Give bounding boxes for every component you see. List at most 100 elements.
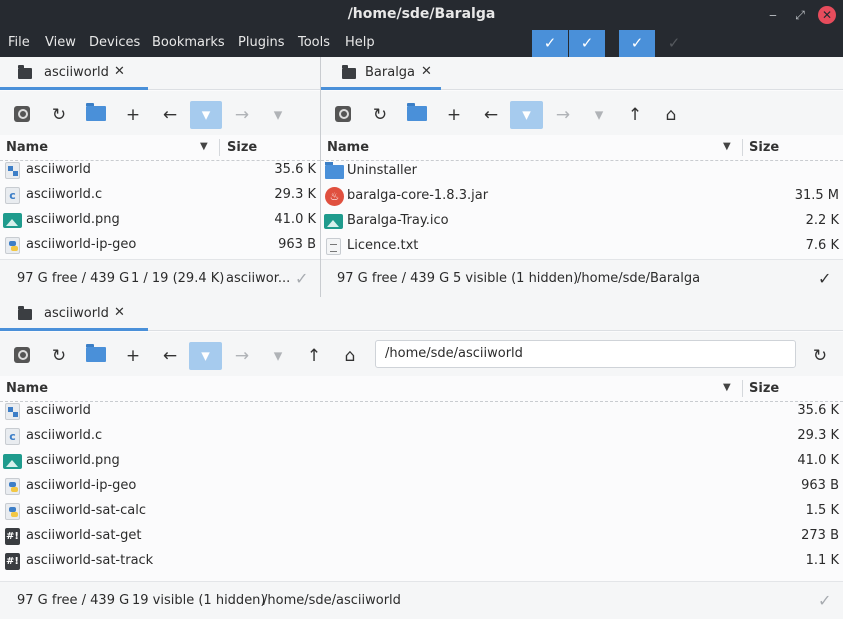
history-dropdown-icon[interactable]: ▾ bbox=[190, 101, 222, 129]
column-size[interactable]: Size bbox=[749, 140, 779, 155]
tab-baralga[interactable]: Baralga ✕ bbox=[321, 57, 441, 90]
parent-folder-icon[interactable]: ↑ bbox=[300, 342, 328, 370]
list-item[interactable]: Baralga-Tray.ico 2.2 K bbox=[321, 209, 843, 234]
list-item[interactable]: asciiworld 35.6 K bbox=[0, 158, 320, 183]
list-item[interactable]: asciiworld-sat-calc 1.5 K bbox=[0, 499, 843, 524]
tab-label: Baralga bbox=[365, 65, 416, 80]
column-name[interactable]: Name bbox=[6, 381, 48, 396]
list-item[interactable]: Licence.txt 7.6 K bbox=[321, 234, 843, 259]
list-item[interactable]: #! asciiworld-sat-track 1.1 K bbox=[0, 549, 843, 574]
history-dropdown-icon[interactable]: ▾ bbox=[510, 101, 543, 129]
sort-descending-icon[interactable]: ▼ bbox=[723, 382, 731, 393]
file-name: asciiworld-ip-geo bbox=[26, 237, 137, 252]
menu-view[interactable]: View bbox=[45, 35, 76, 50]
file-name: asciiworld-sat-calc bbox=[26, 503, 146, 518]
tab-label: asciiworld bbox=[44, 306, 109, 321]
visible-count: 19 visible (1 hidden) bbox=[132, 593, 266, 608]
home-icon[interactable]: ⌂ bbox=[336, 342, 364, 370]
list-item[interactable]: asciiworld-ip-geo 963 B bbox=[0, 474, 843, 499]
column-separator[interactable] bbox=[742, 139, 743, 156]
menu-bookmarks[interactable]: Bookmarks bbox=[152, 35, 225, 50]
find-icon[interactable] bbox=[14, 106, 30, 122]
sort-descending-icon[interactable]: ▼ bbox=[200, 141, 208, 152]
refresh-icon[interactable]: ↻ bbox=[806, 342, 834, 370]
bottom-pane: asciiworld ✕ ↻ + ← ▾ → ▾ ↑ ⌂ /home/sde/a… bbox=[0, 298, 843, 619]
tab-close-icon[interactable]: ✕ bbox=[114, 305, 125, 320]
new-icon[interactable]: + bbox=[119, 342, 147, 370]
list-item[interactable]: asciiworld.png 41.0 K bbox=[0, 208, 320, 233]
back-icon[interactable]: ← bbox=[477, 101, 505, 129]
parent-folder-icon[interactable]: ↑ bbox=[621, 101, 649, 129]
python-icon bbox=[5, 478, 20, 495]
menu-plugins[interactable]: Plugins bbox=[238, 35, 285, 50]
title-bar: /home/sde/Baralga ‒ ⤢ ✕ bbox=[0, 0, 843, 30]
visible-count: 5 visible (1 hidden) bbox=[453, 271, 579, 286]
tab-asciiworld[interactable]: asciiworld ✕ bbox=[0, 57, 148, 90]
list-item[interactable]: #! asciiworld-sat-get 273 B bbox=[0, 524, 843, 549]
file-size: 35.6 K bbox=[274, 162, 316, 177]
check-icon: ✓ bbox=[295, 269, 309, 288]
file-size: 1.1 K bbox=[805, 553, 839, 568]
close-icon[interactable]: ✕ bbox=[818, 6, 836, 24]
back-icon[interactable]: ← bbox=[156, 342, 184, 370]
menu-help[interactable]: Help bbox=[345, 35, 375, 50]
list-item[interactable]: asciiworld 35.6 K bbox=[0, 399, 843, 424]
selection-info: 1 / 19 (29.4 K) bbox=[131, 271, 225, 286]
tab-close-icon[interactable]: ✕ bbox=[421, 64, 432, 79]
list-item[interactable]: ♨ baralga-core-1.8.3.jar 31.5 M bbox=[321, 184, 843, 209]
list-item[interactable]: c asciiworld.c 29.3 K bbox=[0, 183, 320, 208]
list-item[interactable]: c asciiworld.c 29.3 K bbox=[0, 424, 843, 449]
column-separator[interactable] bbox=[742, 380, 743, 397]
forward-dropdown-icon[interactable]: ▾ bbox=[585, 101, 613, 129]
pane-toggle-3[interactable]: ✓ bbox=[619, 30, 655, 57]
column-size[interactable]: Size bbox=[227, 140, 257, 155]
find-icon[interactable] bbox=[335, 106, 351, 122]
open-folder-icon[interactable] bbox=[407, 103, 427, 121]
file-name: asciiworld.png bbox=[26, 212, 120, 227]
forward-icon[interactable]: → bbox=[228, 342, 256, 370]
right-pane: Baralga ✕ ↻ + ← ▾ → ▾ ↑ ⌂ Name ▼ Size Un… bbox=[321, 57, 843, 297]
forward-icon[interactable]: → bbox=[549, 101, 577, 129]
list-item[interactable]: asciiworld.png 41.0 K bbox=[0, 449, 843, 474]
menu-file[interactable]: File bbox=[8, 35, 30, 50]
history-dropdown-icon[interactable]: ▾ bbox=[189, 342, 222, 370]
reload-icon[interactable]: ↻ bbox=[45, 101, 73, 129]
find-icon[interactable] bbox=[14, 347, 30, 363]
shell-script-icon: #! bbox=[5, 528, 20, 545]
forward-dropdown-icon[interactable]: ▾ bbox=[264, 101, 292, 129]
folder-icon bbox=[18, 306, 32, 320]
status-bar: 97 G free / 439 G 19 visible (1 hidden) … bbox=[0, 581, 843, 619]
tab-close-icon[interactable]: ✕ bbox=[114, 64, 125, 79]
new-icon[interactable]: + bbox=[440, 101, 468, 129]
column-separator[interactable] bbox=[219, 139, 220, 156]
sort-descending-icon[interactable]: ▼ bbox=[723, 141, 731, 152]
column-name[interactable]: Name bbox=[6, 140, 48, 155]
c-source-icon: c bbox=[5, 187, 20, 204]
column-name[interactable]: Name bbox=[327, 140, 369, 155]
file-size: 41.0 K bbox=[797, 453, 839, 468]
forward-icon[interactable]: → bbox=[228, 101, 256, 129]
pane-toggle-1[interactable]: ✓ bbox=[532, 30, 568, 57]
pane-toggle-2[interactable]: ✓ bbox=[569, 30, 605, 57]
free-space: 97 G free / 439 G bbox=[17, 271, 130, 286]
list-item[interactable]: asciiworld-ip-geo 963 B bbox=[0, 233, 320, 258]
menu-devices[interactable]: Devices bbox=[89, 35, 140, 50]
file-name: asciiworld-sat-track bbox=[26, 553, 154, 568]
forward-dropdown-icon[interactable]: ▾ bbox=[264, 342, 292, 370]
home-icon[interactable]: ⌂ bbox=[657, 101, 685, 129]
list-item[interactable]: Uninstaller bbox=[321, 159, 843, 184]
menu-tools[interactable]: Tools bbox=[298, 35, 330, 50]
reload-icon[interactable]: ↻ bbox=[45, 342, 73, 370]
column-size[interactable]: Size bbox=[749, 381, 779, 396]
open-folder-icon[interactable] bbox=[86, 103, 106, 121]
maximize-icon[interactable]: ⤢ bbox=[791, 6, 809, 24]
executable-icon bbox=[5, 403, 20, 420]
open-folder-icon[interactable] bbox=[86, 344, 106, 362]
new-icon[interactable]: + bbox=[119, 101, 147, 129]
pane-toggle-4[interactable]: ✓ bbox=[656, 30, 692, 57]
tab-asciiworld[interactable]: asciiworld ✕ bbox=[0, 298, 148, 331]
back-icon[interactable]: ← bbox=[156, 101, 184, 129]
reload-icon[interactable]: ↻ bbox=[366, 101, 394, 129]
address-input[interactable]: /home/sde/asciiworld bbox=[375, 340, 796, 368]
minimize-icon[interactable]: ‒ bbox=[764, 6, 782, 24]
